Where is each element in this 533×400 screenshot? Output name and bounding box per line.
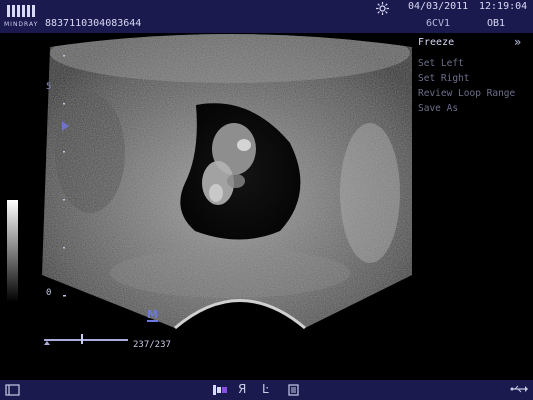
patient-id: 8837110304083644 (45, 18, 142, 29)
cine-slider-handle[interactable] (81, 334, 83, 344)
mindray-logo-icon (7, 5, 35, 17)
menu-item-review-loop-range[interactable]: Review Loop Range (418, 88, 515, 99)
menu-item-save-as[interactable]: Save As (418, 103, 458, 114)
grayscale-bar (7, 200, 18, 302)
k-icon[interactable]: Ŀ (262, 382, 269, 396)
exam-time: 12:19:04 (479, 1, 528, 12)
screen-icon[interactable] (5, 384, 20, 396)
footer-bar: Я Ŀ (0, 380, 533, 400)
usb-icon (510, 385, 528, 393)
depth-zero-label: 0 (46, 288, 52, 298)
header-bar: MINDRAY 8837110304083644 04/03/2011 12:1… (0, 0, 533, 33)
menu-item-set-left[interactable]: Set Left (418, 58, 464, 69)
document-icon[interactable] (288, 384, 299, 396)
exam-date: 04/03/2011 (408, 1, 469, 12)
r-icon[interactable]: Я (238, 382, 246, 396)
orientation-marker: M (147, 308, 158, 322)
brand-name: MINDRAY (4, 21, 39, 28)
ultrasound-image-area[interactable]: 5 (0, 33, 533, 380)
cine-frame-counter: 237/237 (133, 340, 171, 350)
expand-menu-icon[interactable]: » (514, 35, 521, 49)
cine-start-marker-icon (44, 341, 50, 345)
probe-icon[interactable] (212, 384, 228, 396)
exam-mode: OB1 (487, 18, 506, 29)
cine-progress-bar[interactable] (44, 339, 128, 341)
freeze-sun-icon (376, 2, 389, 15)
ultrasound-screen: { "header": { "brand": "MINDRAY", "patie… (0, 0, 533, 400)
focus-marker-icon[interactable] (62, 121, 69, 131)
ultrasound-image (42, 34, 412, 330)
top-depth-label: 5 (46, 82, 52, 92)
probe-name: 6CV1 (426, 18, 451, 29)
menu-title[interactable]: Freeze (418, 37, 454, 48)
menu-item-set-right[interactable]: Set Right (418, 73, 469, 84)
